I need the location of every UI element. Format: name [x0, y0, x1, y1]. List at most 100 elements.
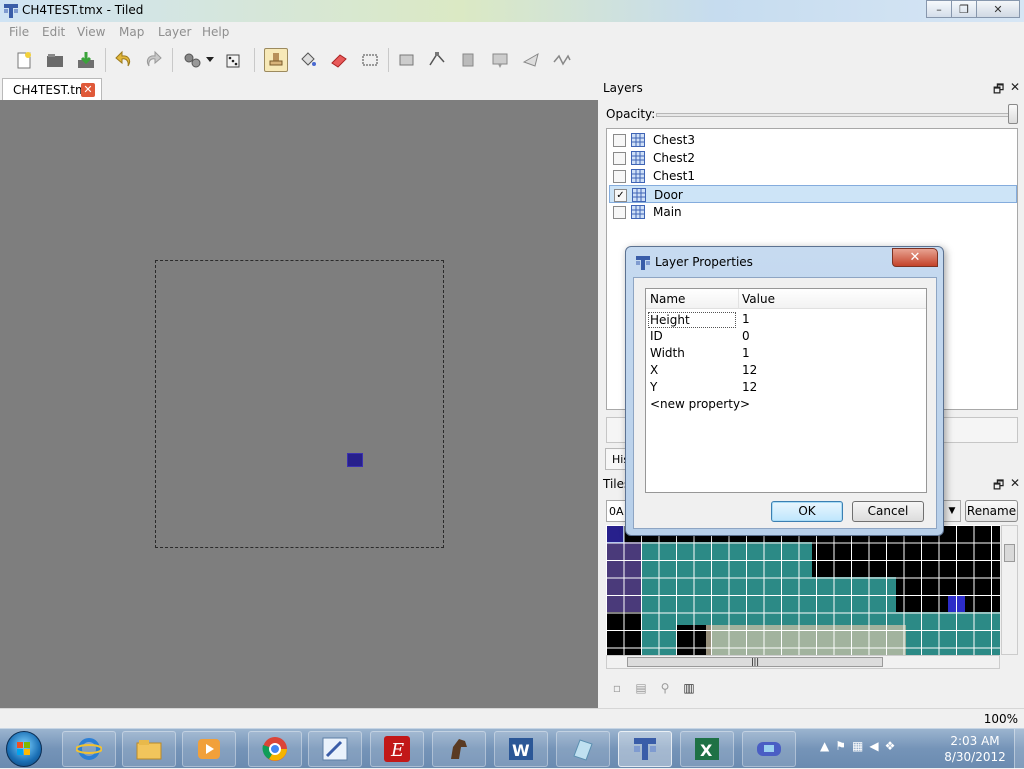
cancel-button[interactable]: Cancel: [852, 501, 924, 522]
insert-rectangle-tool[interactable]: [456, 48, 480, 72]
property-value[interactable]: 1: [742, 346, 750, 360]
tileset-vertical-scrollbar[interactable]: [1001, 525, 1018, 655]
scroll-thumb[interactable]: [1004, 544, 1015, 562]
layer-visibility-checkbox[interactable]: ✓: [614, 189, 627, 202]
property-value[interactable]: 0: [742, 329, 750, 343]
taskbar-notepad[interactable]: [556, 731, 610, 767]
layers-float-button[interactable]: 🗗: [993, 80, 1004, 101]
toolbar-separator: [172, 48, 173, 72]
layer-visibility-checkbox[interactable]: [613, 170, 626, 183]
layer-row-chest3[interactable]: Chest3: [609, 131, 1017, 149]
property-row-height[interactable]: Height 1: [646, 311, 926, 328]
layer-row-chest1[interactable]: Chest1: [609, 167, 1017, 185]
tab-ch4test[interactable]: CH4TEST.tmx ✕: [2, 78, 102, 100]
zoom-level[interactable]: 100%: [984, 712, 1018, 726]
property-value[interactable]: 12: [742, 363, 757, 377]
delete-tileset-icon[interactable]: ▥: [680, 679, 698, 697]
import-tileset-icon[interactable]: ▤: [632, 679, 650, 697]
tab-close-button[interactable]: ✕: [81, 83, 95, 97]
redo-button[interactable]: [141, 48, 165, 72]
tileset-horizontal-scrollbar[interactable]: |||: [606, 655, 1000, 669]
menu-map[interactable]: Map: [119, 25, 144, 39]
show-desktop-button[interactable]: [1014, 729, 1024, 769]
layer-visibility-checkbox[interactable]: [613, 134, 626, 147]
action-center-flag-icon[interactable]: ⚑: [835, 739, 846, 753]
layer-visibility-checkbox[interactable]: [613, 206, 626, 219]
save-button[interactable]: [74, 48, 98, 72]
stamp-brush-tool[interactable]: [264, 48, 288, 72]
ok-button[interactable]: OK: [771, 501, 843, 522]
open-button[interactable]: [43, 48, 67, 72]
opacity-slider-thumb[interactable]: [1008, 104, 1018, 124]
menu-file[interactable]: File: [9, 25, 29, 39]
new-map-button[interactable]: [12, 48, 36, 72]
menu-layer[interactable]: Layer: [158, 25, 191, 39]
dropbox-icon[interactable]: ❖: [885, 739, 896, 753]
taskbar-file-explorer[interactable]: [122, 731, 176, 767]
undo-button[interactable]: [112, 48, 136, 72]
insert-polygon-tool[interactable]: [519, 48, 543, 72]
commands-button[interactable]: [180, 48, 204, 72]
column-header-name[interactable]: Name: [650, 292, 685, 306]
close-window-button[interactable]: ✕: [976, 0, 1020, 18]
tilesets-float-button[interactable]: 🗗: [993, 476, 1004, 497]
commands-dropdown[interactable]: [203, 48, 217, 72]
layer-row-door[interactable]: ✓ Door: [609, 185, 1017, 203]
layer-row-main[interactable]: Main: [609, 203, 1017, 221]
dialog-close-button[interactable]: ✕: [892, 248, 938, 267]
tilesets-close-button[interactable]: ✕: [1010, 476, 1020, 490]
edit-polygons-tool[interactable]: [425, 48, 449, 72]
taskbar-word[interactable]: W: [494, 731, 548, 767]
rectangle-select-tool[interactable]: [358, 48, 382, 72]
tray-overflow-icon[interactable]: ▲: [820, 739, 829, 753]
property-row-y[interactable]: Y 12: [646, 379, 926, 396]
rename-tileset-button[interactable]: Rename: [965, 500, 1018, 522]
property-value[interactable]: 1: [742, 312, 750, 326]
volume-icon[interactable]: ◀: [869, 739, 878, 753]
menu-help[interactable]: Help: [202, 25, 229, 39]
map-canvas[interactable]: [0, 100, 598, 708]
network-icon[interactable]: ▦: [852, 739, 863, 753]
map-tile-grid[interactable]: [155, 260, 444, 548]
taskbar-e-app[interactable]: E: [370, 731, 424, 767]
layer-row-chest2[interactable]: Chest2: [609, 149, 1017, 167]
property-row-id[interactable]: ID 0: [646, 328, 926, 345]
menu-view[interactable]: View: [77, 25, 105, 39]
column-divider[interactable]: [738, 289, 739, 309]
property-name: ID: [650, 329, 663, 343]
insert-polyline-tool[interactable]: [550, 48, 574, 72]
taskbar-internet-explorer[interactable]: [62, 731, 116, 767]
property-row-width[interactable]: Width 1: [646, 345, 926, 362]
layer-visibility-checkbox[interactable]: [613, 152, 626, 165]
new-tileset-icon[interactable]: ▫: [608, 679, 626, 697]
maximize-button[interactable]: ❐: [951, 0, 977, 18]
tileset-view[interactable]: [606, 525, 1000, 655]
select-objects-tool[interactable]: [395, 48, 419, 72]
bucket-fill-tool[interactable]: [296, 48, 320, 72]
taskbar-gameboy-emulator[interactable]: [742, 731, 796, 767]
taskbar-horse-app[interactable]: [432, 731, 486, 767]
taskbar-excel[interactable]: X: [680, 731, 734, 767]
property-row-x[interactable]: X 12: [646, 362, 926, 379]
taskbar-chrome[interactable]: [248, 731, 302, 767]
edit-tileset-icon[interactable]: ⚲: [656, 679, 674, 697]
random-mode-button[interactable]: [222, 48, 246, 72]
column-header-value[interactable]: Value: [742, 292, 775, 306]
new-property-row[interactable]: <new property>: [646, 396, 926, 413]
opacity-slider-track[interactable]: [656, 113, 1010, 117]
taskbar-media-player[interactable]: [182, 731, 236, 767]
taskbar-tiled[interactable]: [618, 731, 672, 767]
scroll-thumb[interactable]: |||: [627, 657, 883, 667]
tileset-dropdown-arrow-icon[interactable]: ▼: [943, 500, 961, 522]
layers-close-button[interactable]: ✕: [1010, 80, 1020, 94]
property-value[interactable]: 12: [742, 380, 757, 394]
taskbar-clock[interactable]: 2:03 AM 8/30/2012: [938, 733, 1012, 765]
taskbar-paint[interactable]: [308, 731, 362, 767]
start-button[interactable]: [6, 731, 42, 767]
insert-image-tool[interactable]: [488, 48, 512, 72]
placed-door-tile[interactable]: [347, 453, 363, 467]
new-property-label[interactable]: <new property>: [650, 397, 750, 411]
eraser-tool[interactable]: [327, 48, 351, 72]
menu-edit[interactable]: Edit: [42, 25, 65, 39]
minimize-button[interactable]: –: [926, 0, 952, 18]
